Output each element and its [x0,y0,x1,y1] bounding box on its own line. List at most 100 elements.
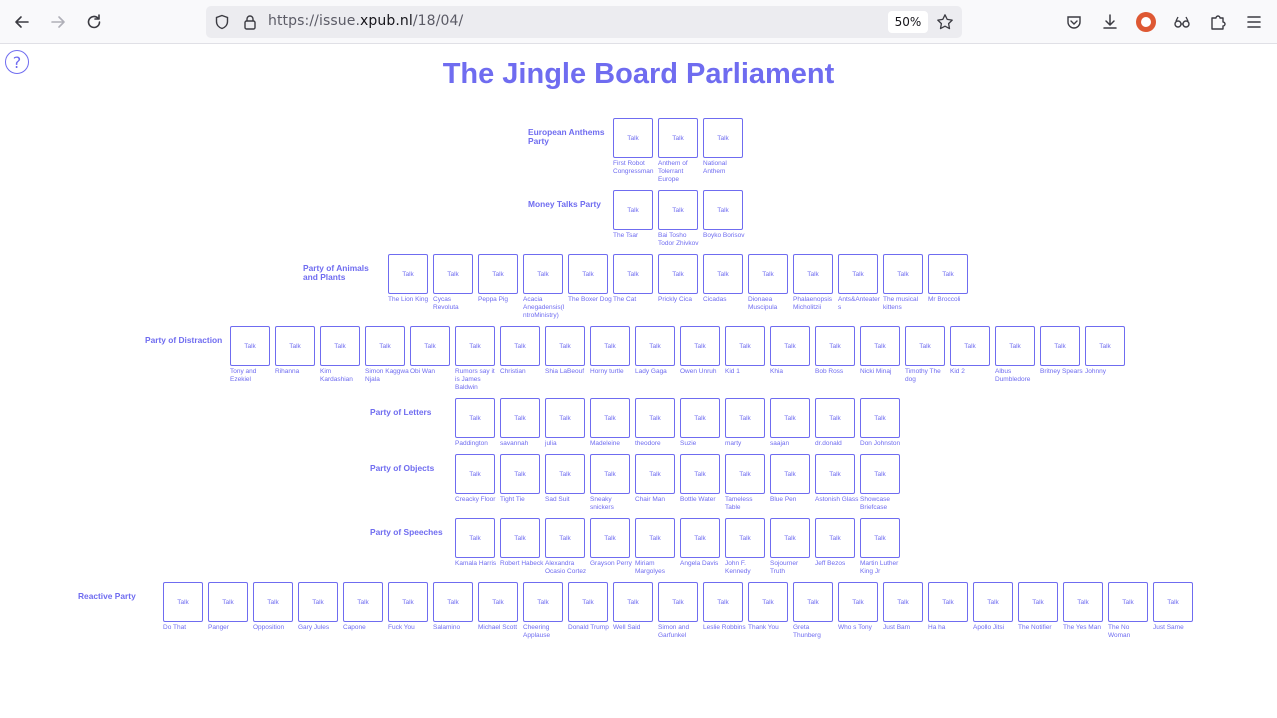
talk-button[interactable]: Talk [298,582,338,622]
talk-button[interactable]: Talk [388,254,428,294]
talk-button[interactable]: Talk [950,326,990,366]
talk-button[interactable]: Talk [500,398,540,438]
talk-button[interactable]: Talk [410,326,450,366]
talk-button[interactable]: Talk [860,326,900,366]
talk-button[interactable]: Talk [725,454,765,494]
talk-button[interactable]: Talk [725,326,765,366]
talk-button[interactable]: Talk [635,454,675,494]
talk-button[interactable]: Talk [613,190,653,230]
talk-button[interactable]: Talk [658,190,698,230]
talk-button[interactable]: Talk [815,518,855,558]
extension-button[interactable] [1166,6,1198,38]
talk-button[interactable]: Talk [815,326,855,366]
talk-button[interactable]: Talk [928,582,968,622]
talk-button[interactable]: Talk [860,398,900,438]
talk-button[interactable]: Talk [770,398,810,438]
talk-button[interactable]: Talk [365,326,405,366]
talk-button[interactable]: Talk [725,398,765,438]
talk-button[interactable]: Talk [905,326,945,366]
talk-button[interactable]: Talk [1040,326,1080,366]
talk-button[interactable]: Talk [770,518,810,558]
shield-icon[interactable] [212,12,232,32]
talk-button[interactable]: Talk [658,582,698,622]
talk-button[interactable]: Talk [815,454,855,494]
url-bar[interactable]: https://issue.xpub.nl/18/04/ 50% [206,6,962,38]
talk-button[interactable]: Talk [815,398,855,438]
talk-button[interactable]: Talk [860,518,900,558]
talk-button[interactable]: Talk [635,326,675,366]
talk-button[interactable]: Talk [1153,582,1193,622]
talk-button[interactable]: Talk [253,582,293,622]
talk-button[interactable]: Talk [680,398,720,438]
talk-button[interactable]: Talk [455,454,495,494]
talk-button[interactable]: Talk [275,326,315,366]
extensions-button[interactable] [1202,6,1234,38]
talk-button[interactable]: Talk [613,582,653,622]
talk-button[interactable]: Talk [433,254,473,294]
talk-button[interactable]: Talk [725,518,765,558]
talk-button[interactable]: Talk [703,582,743,622]
talk-button[interactable]: Talk [1018,582,1058,622]
duckduckgo-icon[interactable] [1136,12,1156,32]
talk-button[interactable]: Talk [230,326,270,366]
talk-button[interactable]: Talk [388,582,428,622]
talk-button[interactable]: Talk [568,254,608,294]
talk-button[interactable]: Talk [973,582,1013,622]
talk-button[interactable]: Talk [793,254,833,294]
talk-button[interactable]: Talk [320,326,360,366]
talk-button[interactable]: Talk [793,582,833,622]
talk-button[interactable]: Talk [883,582,923,622]
menu-button[interactable] [1238,6,1270,38]
talk-button[interactable]: Talk [1085,326,1125,366]
talk-button[interactable]: Talk [455,398,495,438]
talk-button[interactable]: Talk [658,118,698,158]
talk-button[interactable]: Talk [883,254,923,294]
bookmark-star-icon[interactable] [935,12,955,32]
talk-button[interactable]: Talk [343,582,383,622]
talk-button[interactable]: Talk [590,398,630,438]
downloads-button[interactable] [1094,6,1126,38]
talk-button[interactable]: Talk [635,398,675,438]
talk-button[interactable]: Talk [860,454,900,494]
talk-button[interactable]: Talk [545,398,585,438]
zoom-indicator[interactable]: 50% [888,11,928,33]
talk-button[interactable]: Talk [838,582,878,622]
talk-button[interactable]: Talk [680,326,720,366]
talk-button[interactable]: Talk [703,118,743,158]
talk-button[interactable]: Talk [590,454,630,494]
talk-button[interactable]: Talk [500,518,540,558]
talk-button[interactable]: Talk [928,254,968,294]
pocket-button[interactable] [1058,6,1090,38]
talk-button[interactable]: Talk [748,254,788,294]
talk-button[interactable]: Talk [523,582,563,622]
talk-button[interactable]: Talk [703,254,743,294]
talk-button[interactable]: Talk [568,582,608,622]
talk-button[interactable]: Talk [703,190,743,230]
back-button[interactable] [6,6,38,38]
talk-button[interactable]: Talk [838,254,878,294]
talk-button[interactable]: Talk [635,518,675,558]
talk-button[interactable]: Talk [478,254,518,294]
talk-button[interactable]: Talk [545,326,585,366]
talk-button[interactable]: Talk [748,582,788,622]
talk-button[interactable]: Talk [658,254,698,294]
talk-button[interactable]: Talk [680,518,720,558]
talk-button[interactable]: Talk [163,582,203,622]
talk-button[interactable]: Talk [545,454,585,494]
talk-button[interactable]: Talk [500,454,540,494]
talk-button[interactable]: Talk [680,454,720,494]
talk-button[interactable]: Talk [590,326,630,366]
reload-button[interactable] [78,6,110,38]
forward-button[interactable] [42,6,74,38]
talk-button[interactable]: Talk [1108,582,1148,622]
talk-button[interactable]: Talk [995,326,1035,366]
talk-button[interactable]: Talk [208,582,248,622]
talk-button[interactable]: Talk [770,326,810,366]
talk-button[interactable]: Talk [523,254,563,294]
talk-button[interactable]: Talk [1063,582,1103,622]
talk-button[interactable]: Talk [455,326,495,366]
talk-button[interactable]: Talk [478,582,518,622]
lock-icon[interactable] [240,12,260,32]
talk-button[interactable]: Talk [613,254,653,294]
url-text[interactable]: https://issue.xpub.nl/18/04/ [268,13,463,29]
